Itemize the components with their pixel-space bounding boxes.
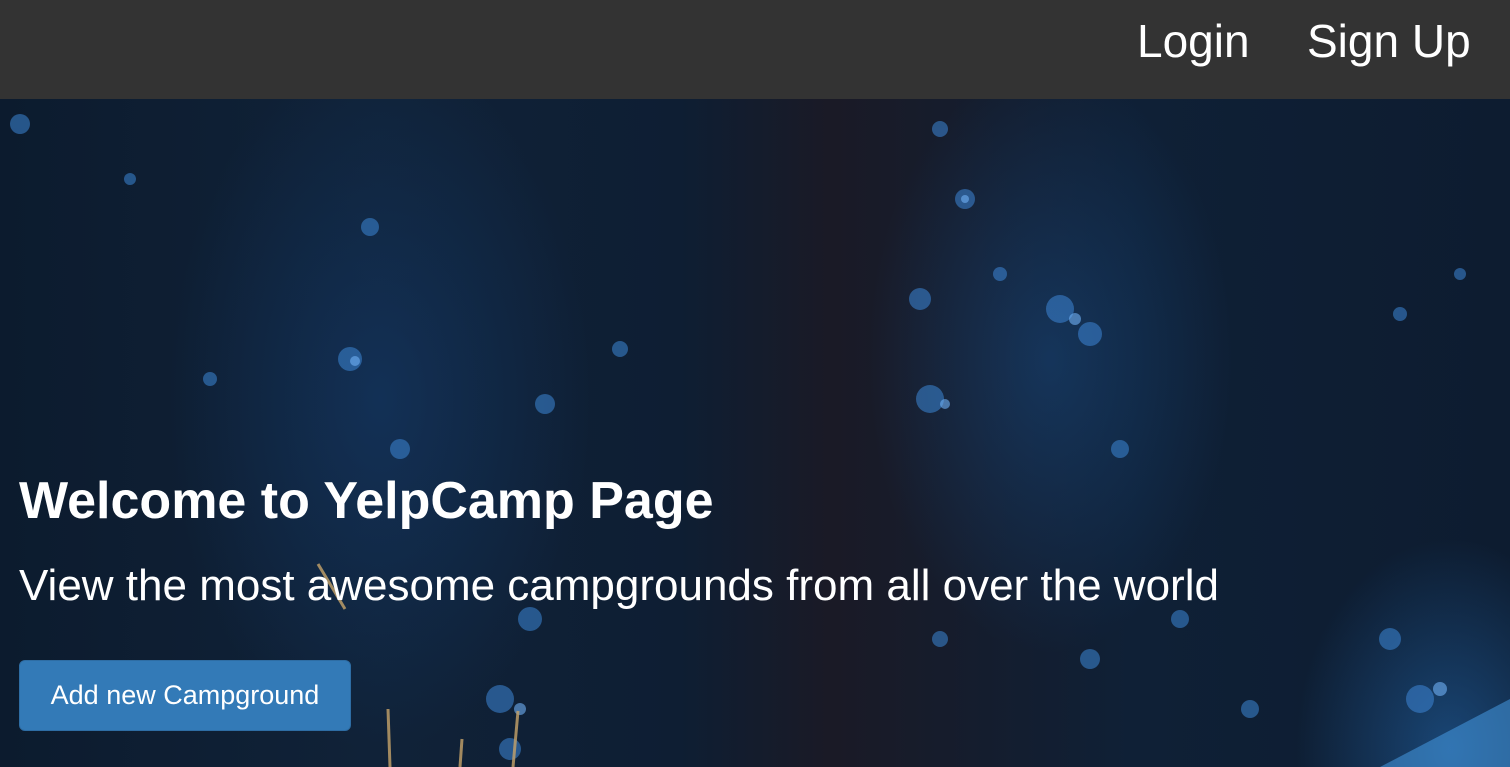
signup-link[interactable]: Sign Up [1307,14,1471,68]
top-navbar: Login Sign Up [0,0,1510,99]
hero-section: Welcome to YelpCamp Page View the most a… [0,99,1510,767]
login-link[interactable]: Login [1137,14,1250,68]
hero-title: Welcome to YelpCamp Page [19,472,714,530]
add-campground-button[interactable]: Add new Campground [19,660,351,731]
hero-subtitle: View the most awesome campgrounds from a… [19,561,1219,610]
